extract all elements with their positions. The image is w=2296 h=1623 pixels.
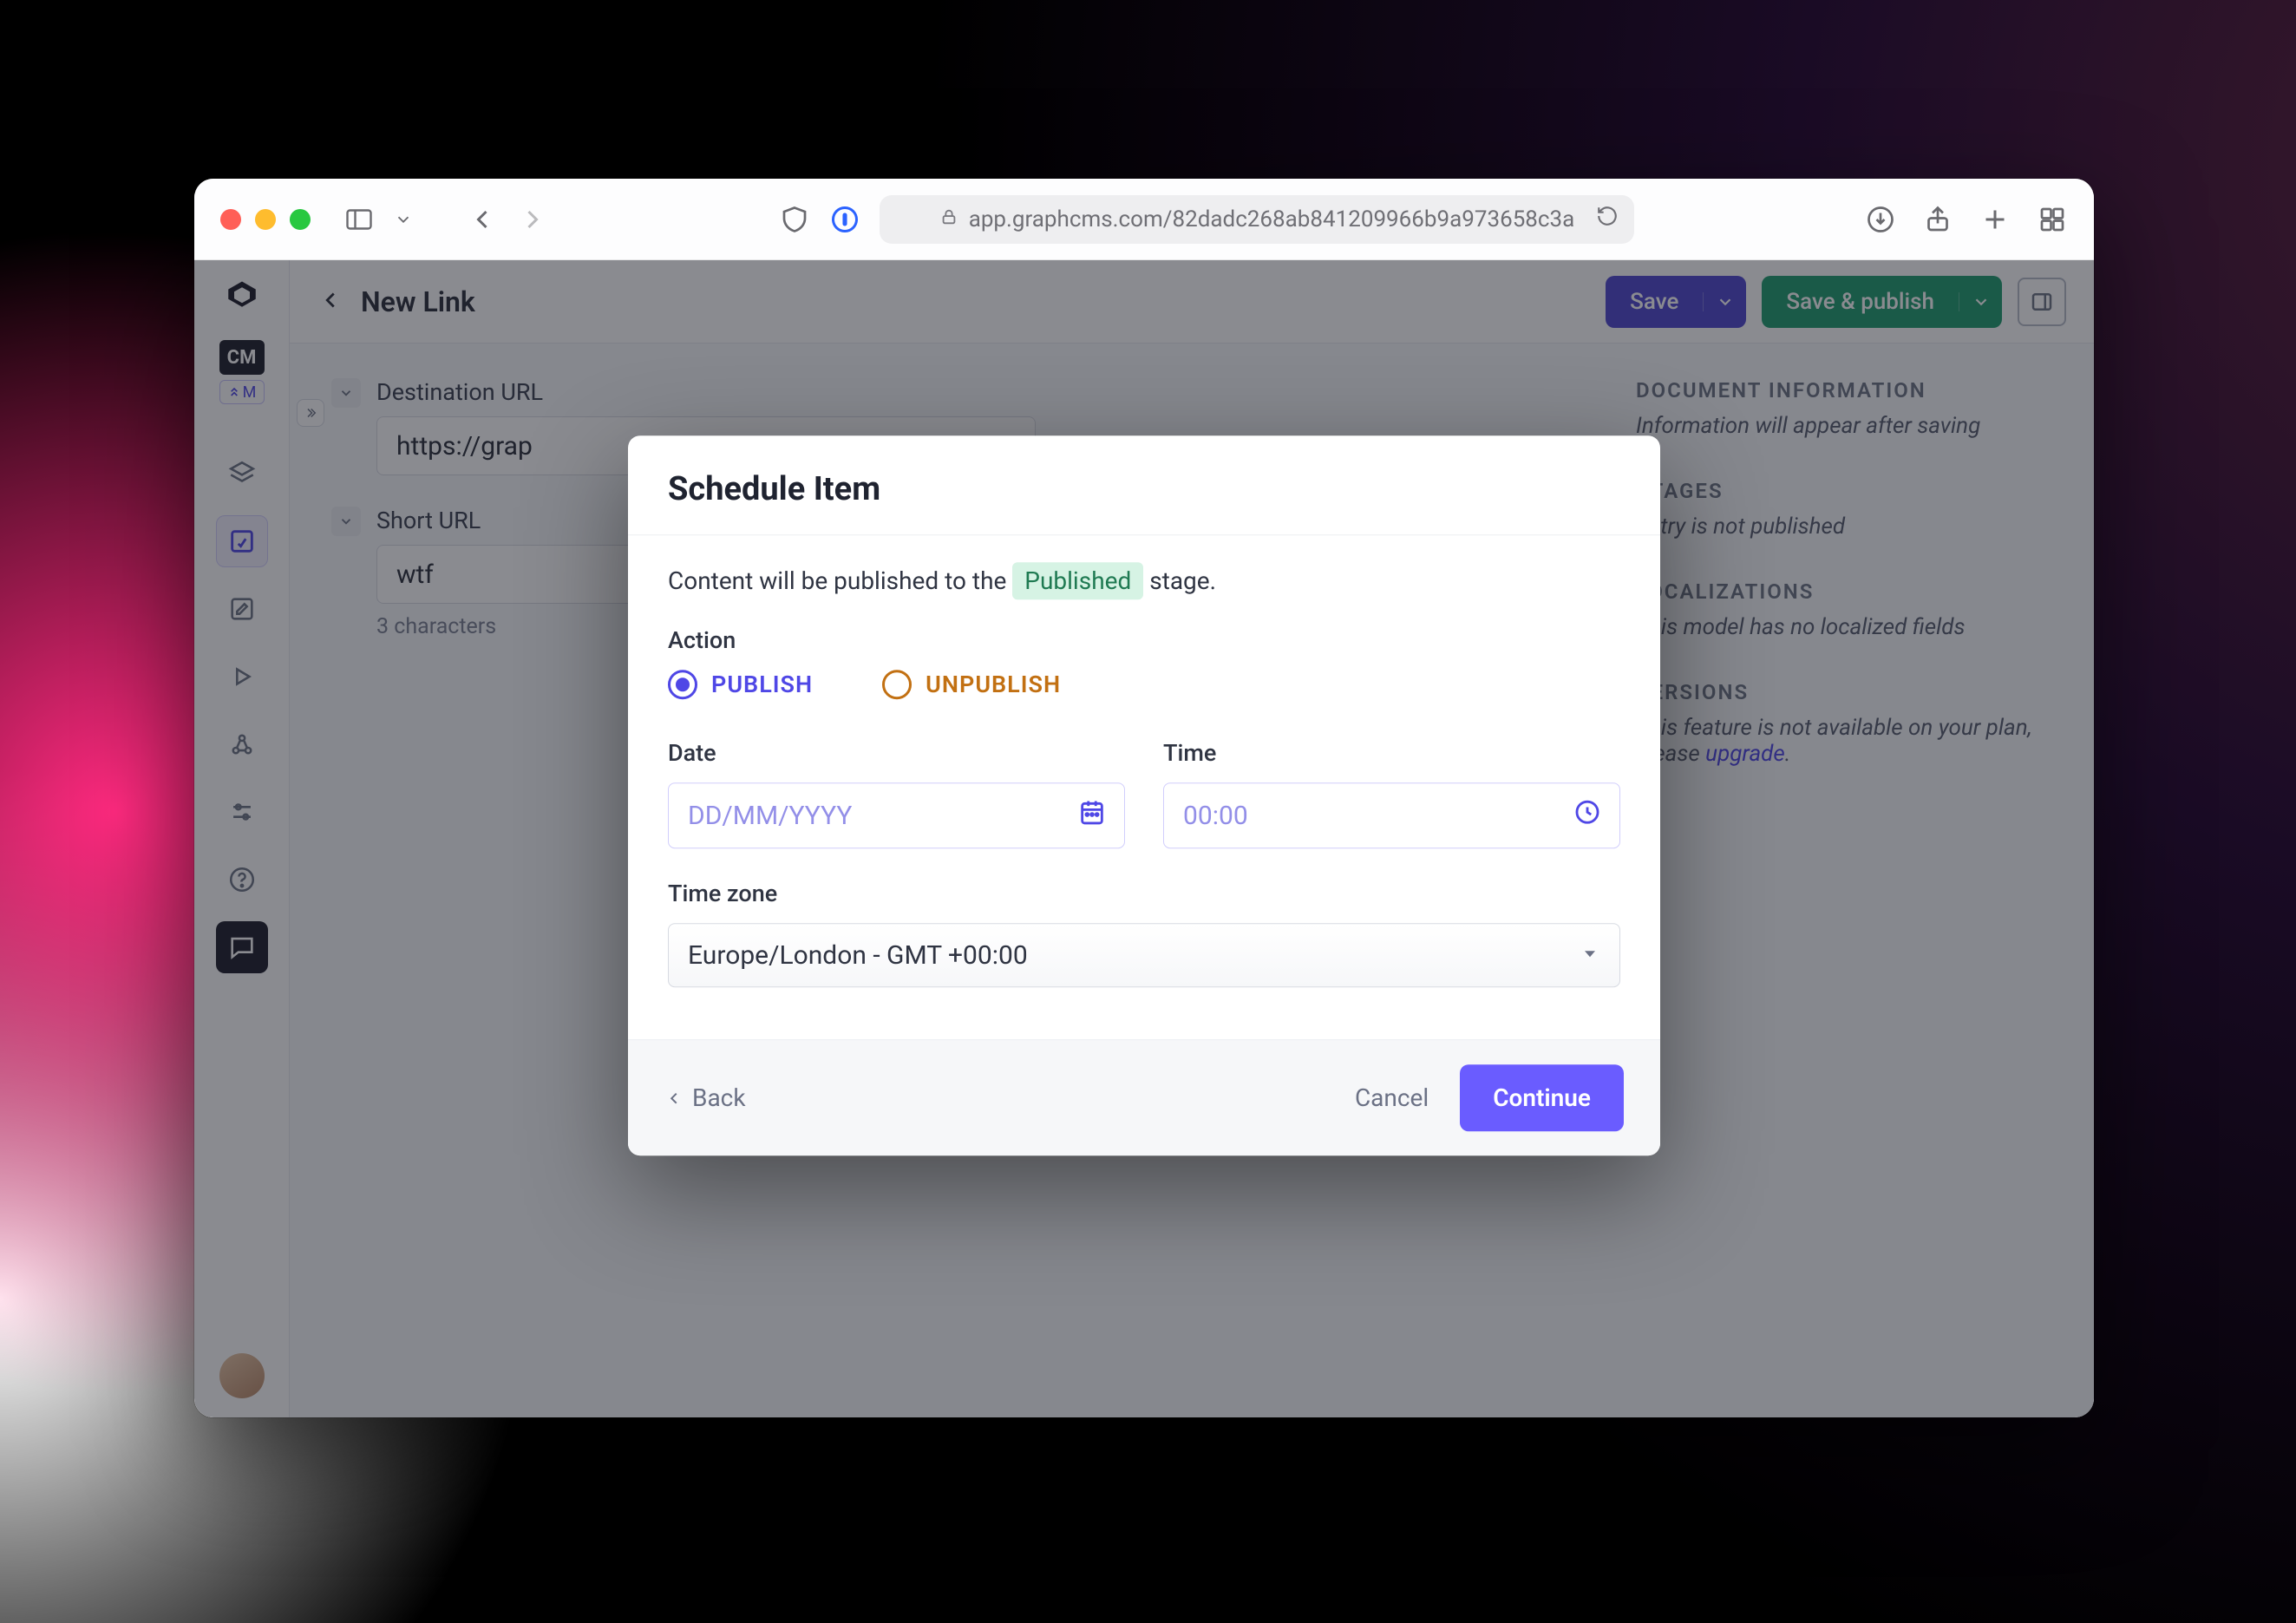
- time-input[interactable]: 00:00: [1163, 782, 1620, 848]
- lock-icon: [939, 206, 958, 232]
- shield-icon[interactable]: [779, 204, 810, 235]
- chevron-down-icon: [1580, 940, 1600, 971]
- onepassword-icon[interactable]: [829, 204, 860, 235]
- browser-window: app.graphcms.com/82dadc268ab841209966b9a…: [194, 179, 2094, 1417]
- timezone-select[interactable]: Europe/London - GMT +00:00: [668, 923, 1620, 987]
- url-bar[interactable]: app.graphcms.com/82dadc268ab841209966b9a…: [880, 195, 1634, 244]
- modal-title: Schedule Item: [668, 470, 1620, 508]
- action-label: Action: [668, 626, 1620, 654]
- calendar-icon[interactable]: [1077, 797, 1107, 834]
- stage-badge: Published: [1012, 562, 1143, 599]
- tabs-overview-icon[interactable]: [2037, 204, 2068, 235]
- downloads-icon[interactable]: [1865, 204, 1896, 235]
- zoom-window-button[interactable]: [290, 209, 311, 230]
- window-controls: [220, 209, 311, 230]
- modal-header: Schedule Item: [628, 435, 1660, 535]
- schedule-item-modal: Schedule Item Content will be published …: [628, 435, 1660, 1155]
- unpublish-radio[interactable]: UNPUBLISH: [882, 670, 1061, 699]
- app-content: CM M New Link: [194, 260, 2094, 1417]
- time-label: Time: [1163, 739, 1620, 767]
- continue-button[interactable]: Continue: [1460, 1064, 1624, 1131]
- modal-back-button[interactable]: Back: [664, 1083, 746, 1112]
- reload-icon[interactable]: [1596, 205, 1619, 233]
- publish-radio[interactable]: PUBLISH: [668, 670, 813, 699]
- sidebar-toggle-icon[interactable]: [343, 204, 375, 235]
- date-input[interactable]: DD/MM/YYYY: [668, 782, 1125, 848]
- timezone-label: Time zone: [668, 880, 1620, 907]
- share-icon[interactable]: [1922, 204, 1953, 235]
- browser-titlebar: app.graphcms.com/82dadc268ab841209966b9a…: [194, 179, 2094, 260]
- modal-description: Content will be published to the Publish…: [668, 566, 1620, 595]
- url-text: app.graphcms.com/82dadc268ab841209966b9a…: [969, 206, 1575, 232]
- minimize-window-button[interactable]: [255, 209, 276, 230]
- cancel-button[interactable]: Cancel: [1355, 1083, 1429, 1112]
- nav-back-button[interactable]: [467, 204, 498, 235]
- chevron-down-icon[interactable]: [394, 204, 413, 235]
- nav-forward-button[interactable]: [517, 204, 548, 235]
- close-window-button[interactable]: [220, 209, 241, 230]
- new-tab-icon[interactable]: [1979, 204, 2011, 235]
- modal-footer: Back Cancel Continue: [628, 1039, 1660, 1155]
- date-label: Date: [668, 739, 1125, 767]
- clock-icon[interactable]: [1573, 797, 1602, 834]
